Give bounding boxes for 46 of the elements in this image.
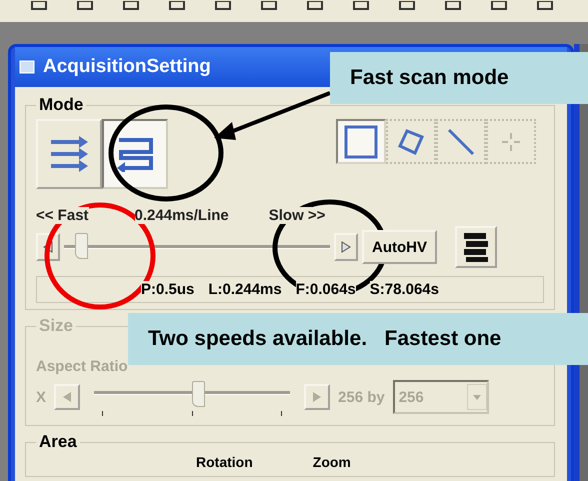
zoom-label: Zoom bbox=[312, 454, 351, 470]
group-label: Mode bbox=[38, 95, 84, 115]
diagonal-line-icon bbox=[446, 126, 476, 156]
square-icon bbox=[344, 124, 378, 158]
crosshair-icon bbox=[501, 132, 521, 152]
toolbar-icon[interactable] bbox=[214, 1, 232, 11]
stacked-bars-icon bbox=[462, 231, 490, 263]
toolbar-icon[interactable] bbox=[76, 1, 94, 11]
window-title: AcquisitionSetting bbox=[43, 56, 211, 78]
right-triangle-icon bbox=[312, 391, 322, 403]
faster-arrow-button[interactable] bbox=[334, 233, 358, 261]
scan-shape-button[interactable] bbox=[436, 119, 486, 164]
slider-thumb[interactable] bbox=[74, 233, 88, 259]
scan-shape-button[interactable] bbox=[386, 119, 436, 164]
toolbar-icon[interactable] bbox=[306, 1, 324, 11]
dropdown-value: 256 bbox=[398, 388, 424, 406]
axis-label: X bbox=[36, 388, 46, 406]
toolbar-icon[interactable] bbox=[30, 1, 48, 11]
window-icon bbox=[19, 60, 35, 74]
scan-mode-button[interactable] bbox=[102, 119, 168, 189]
toolbar-icon[interactable] bbox=[444, 1, 462, 11]
scan-shape-button[interactable] bbox=[336, 119, 386, 164]
stack-button[interactable] bbox=[455, 226, 497, 268]
parallel-arrows-icon bbox=[49, 136, 89, 172]
toolbar-icon[interactable] bbox=[352, 1, 370, 11]
status-value: F:0.064s bbox=[296, 281, 356, 298]
fast-label: << Fast bbox=[36, 207, 89, 224]
slow-label: Slow >> bbox=[268, 207, 326, 224]
scan-speed-reading: 0.244ms/Line bbox=[134, 207, 229, 224]
group-label: Size bbox=[38, 316, 74, 336]
right-triangle-icon bbox=[341, 241, 351, 253]
annotation-callout: Fast scan mode bbox=[330, 52, 588, 104]
rotation-label: Rotation bbox=[196, 454, 253, 470]
size-reading: 256 by bbox=[338, 388, 385, 406]
group-label: Area bbox=[38, 432, 78, 452]
toolbar-icon[interactable] bbox=[260, 1, 278, 11]
toolbar-icon[interactable] bbox=[122, 1, 140, 11]
autohv-button[interactable]: AutoHV bbox=[362, 230, 437, 264]
toolbar-icon[interactable] bbox=[536, 1, 554, 11]
serpentine-arrow-icon bbox=[115, 136, 155, 172]
toolbar-icon[interactable] bbox=[168, 1, 186, 11]
annotation-callout: Two speeds available. Fastest one bbox=[128, 313, 588, 365]
toolbar-icon[interactable] bbox=[490, 1, 508, 11]
left-triangle-icon bbox=[62, 391, 72, 403]
aspect-ratio-label: Aspect Ratio bbox=[36, 358, 129, 375]
toolbar-icon[interactable] bbox=[398, 1, 416, 11]
